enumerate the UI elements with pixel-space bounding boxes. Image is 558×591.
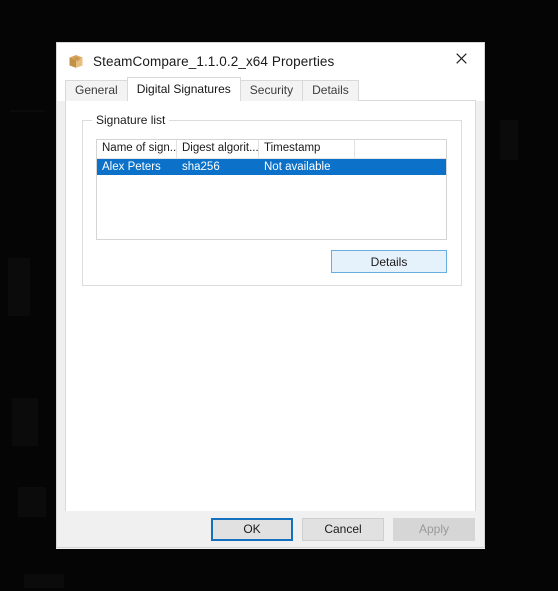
column-header-name-of-signer[interactable]: Name of sign... — [97, 140, 177, 158]
background-shape — [12, 398, 38, 446]
package-box-icon — [68, 53, 84, 69]
cell-digest-algorithm: sha256 — [182, 161, 220, 173]
listview-header-row: Name of sign... Digest algorit... Timest… — [97, 140, 446, 159]
ok-button[interactable]: OK — [211, 517, 293, 541]
column-header-filler — [355, 140, 446, 158]
tab-digital-signatures[interactable]: Digital Signatures — [126, 77, 241, 102]
signature-listview[interactable]: Name of sign... Digest algorit... Timest… — [96, 139, 447, 240]
tab-strip: General Digital Signatures Security Deta… — [57, 77, 484, 102]
properties-dialog: SteamCompare_1.1.0.2_x64 Properties Gene… — [56, 42, 485, 548]
background-shape — [500, 120, 518, 160]
tab-label: Security — [249, 83, 294, 97]
background-shape — [10, 110, 44, 112]
close-icon[interactable] — [439, 43, 484, 73]
signature-list-groupbox: Signature list Name of sign... Digest al… — [82, 113, 462, 286]
cancel-button[interactable]: Cancel — [302, 517, 384, 541]
cell-timestamp: Not available — [264, 161, 331, 173]
column-header-digest-algorithm[interactable]: Digest algorit... — [177, 140, 259, 158]
title-bar: SteamCompare_1.1.0.2_x64 Properties — [57, 43, 484, 79]
window-title: SteamCompare_1.1.0.2_x64 Properties — [93, 53, 335, 69]
tab-page-digital-signatures: Signature list Name of sign... Digest al… — [65, 101, 476, 515]
table-row[interactable]: Alex Peters sha256 Not available — [97, 159, 446, 175]
tab-label: General — [75, 83, 118, 97]
tab-label: Details — [312, 83, 349, 97]
cell-name-of-signer: Alex Peters — [102, 161, 161, 173]
groupbox-legend: Signature list — [92, 113, 170, 127]
tab-details[interactable]: Details — [302, 80, 359, 101]
tab-security[interactable]: Security — [239, 80, 304, 101]
background-shape — [8, 258, 30, 316]
apply-button: Apply — [393, 517, 475, 541]
background-shape — [24, 574, 64, 588]
column-header-timestamp[interactable]: Timestamp — [259, 140, 355, 158]
tab-general[interactable]: General — [65, 80, 128, 101]
background-shape — [18, 487, 46, 517]
dialog-footer: OK Cancel Apply — [57, 511, 484, 547]
tab-label: Digital Signatures — [136, 82, 231, 96]
details-button[interactable]: Details — [331, 250, 447, 273]
